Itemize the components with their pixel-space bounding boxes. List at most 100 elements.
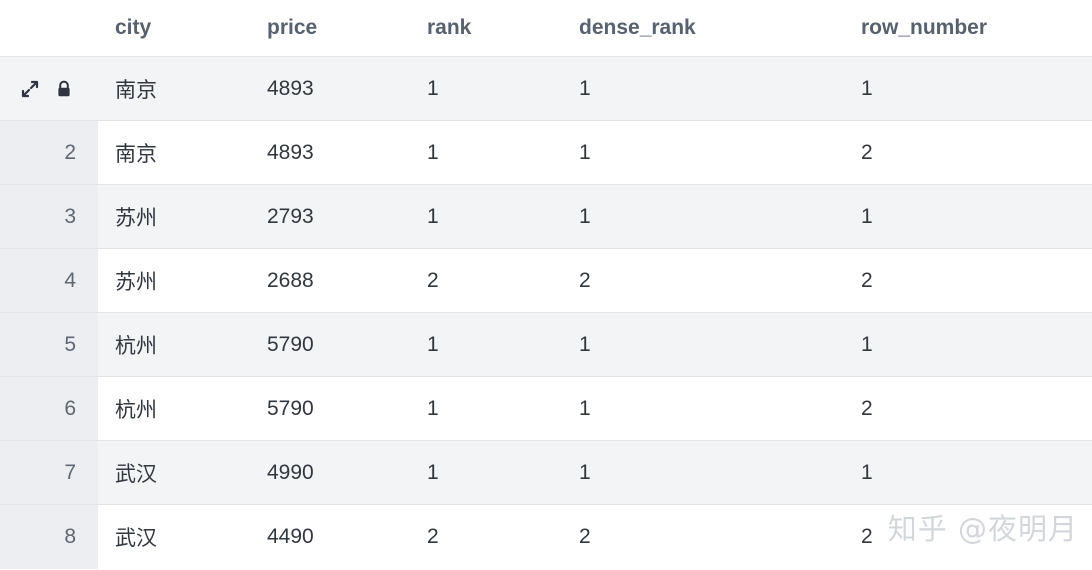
cell-dense-rank[interactable]: 1 xyxy=(562,377,844,441)
cell-rank-value: 2 xyxy=(427,268,439,292)
cell-city[interactable]: 南京 xyxy=(98,56,250,121)
cell-price[interactable]: 4893 xyxy=(250,56,410,121)
row-gutter-cell[interactable]: 5 xyxy=(0,312,98,377)
cell-price[interactable]: 4990 xyxy=(250,440,410,505)
cell-dense-rank[interactable]: 2 xyxy=(562,249,844,313)
cell-dense-rank[interactable]: 1 xyxy=(562,440,844,505)
column-header-gutter xyxy=(0,0,98,57)
cell-price[interactable]: 2688 xyxy=(250,249,410,313)
column-header-city[interactable]: city xyxy=(98,0,250,57)
cell-price-value: 4893 xyxy=(267,140,314,164)
column-header-row-number[interactable]: row_number xyxy=(844,0,1092,57)
cell-row-number-value: 1 xyxy=(861,204,873,228)
table-row[interactable]: 5 杭州 5790 1 1 1 xyxy=(0,312,1092,377)
cell-city[interactable]: 武汉 xyxy=(98,505,250,569)
cell-row-number[interactable]: 1 xyxy=(844,440,1092,505)
cell-rank[interactable]: 1 xyxy=(410,377,562,441)
cell-price-value: 2793 xyxy=(267,204,314,228)
cell-price[interactable]: 4893 xyxy=(250,121,410,185)
cell-city[interactable]: 南京 xyxy=(98,121,250,185)
row-gutter-cell[interactable]: 2 xyxy=(0,120,98,185)
lock-icon[interactable] xyxy=(54,79,74,99)
cell-price[interactable]: 2793 xyxy=(250,184,410,249)
cell-dense-rank[interactable]: 1 xyxy=(562,121,844,185)
row-index: 8 xyxy=(64,524,76,548)
cell-dense-rank[interactable]: 1 xyxy=(562,184,844,249)
cell-rank[interactable]: 2 xyxy=(410,249,562,313)
row-gutter-cell[interactable]: 7 xyxy=(0,440,98,505)
row-gutter-cell[interactable]: 4 xyxy=(0,248,98,313)
cell-rank-value: 1 xyxy=(427,460,439,484)
cell-row-number[interactable]: 2 xyxy=(844,377,1092,441)
cell-row-number[interactable]: 2 xyxy=(844,121,1092,185)
column-header-price[interactable]: price xyxy=(250,0,410,57)
cell-city-value: 南京 xyxy=(115,78,157,102)
cell-city[interactable]: 杭州 xyxy=(98,312,250,377)
cell-city[interactable]: 苏州 xyxy=(98,184,250,249)
cell-row-number[interactable]: 1 xyxy=(844,56,1092,121)
table-row[interactable]: 6 杭州 5790 1 1 2 xyxy=(0,376,1092,441)
cell-row-number[interactable]: 1 xyxy=(844,312,1092,377)
cell-dense-rank-value: 1 xyxy=(579,204,591,228)
cell-price-value: 5790 xyxy=(267,396,314,420)
cell-rank[interactable]: 1 xyxy=(410,56,562,121)
row-gutter-cell[interactable] xyxy=(0,56,98,121)
cell-row-number-value: 1 xyxy=(861,460,873,484)
row-gutter-cell[interactable]: 3 xyxy=(0,184,98,249)
cell-row-number-value: 2 xyxy=(861,396,873,420)
row-index: 3 xyxy=(64,204,76,228)
cell-price[interactable]: 5790 xyxy=(250,312,410,377)
table-row[interactable]: 南京 4893 1 1 1 xyxy=(0,56,1092,121)
row-gutter-cell[interactable]: 8 xyxy=(0,504,98,569)
cell-city-value: 杭州 xyxy=(115,398,157,422)
table-header-row: city price rank dense_rank row_number xyxy=(0,0,1092,57)
cell-rank[interactable]: 1 xyxy=(410,312,562,377)
cell-price[interactable]: 5790 xyxy=(250,377,410,441)
cell-row-number-value: 1 xyxy=(861,332,873,356)
expand-arrows-icon[interactable] xyxy=(20,79,40,99)
cell-dense-rank-value: 2 xyxy=(579,268,591,292)
cell-city-value: 杭州 xyxy=(115,334,157,358)
cell-dense-rank-value: 1 xyxy=(579,332,591,356)
cell-city-value: 武汉 xyxy=(115,462,157,486)
cell-row-number-value: 2 xyxy=(861,140,873,164)
cell-dense-rank-value: 1 xyxy=(579,76,591,100)
cell-row-number[interactable]: 2 xyxy=(844,505,1092,569)
cell-price[interactable]: 4490 xyxy=(250,505,410,569)
cell-dense-rank[interactable]: 1 xyxy=(562,56,844,121)
cell-rank-value: 1 xyxy=(427,204,439,228)
cell-city[interactable]: 苏州 xyxy=(98,249,250,313)
cell-dense-rank[interactable]: 1 xyxy=(562,312,844,377)
cell-city-value: 武汉 xyxy=(115,526,157,550)
cell-city-value: 苏州 xyxy=(115,206,157,230)
cell-row-number[interactable]: 1 xyxy=(844,184,1092,249)
cell-city[interactable]: 武汉 xyxy=(98,440,250,505)
row-index: 5 xyxy=(64,332,76,356)
table-header: city price rank dense_rank row_number xyxy=(0,0,1092,57)
row-actions xyxy=(0,79,98,99)
column-header-dense-rank[interactable]: dense_rank xyxy=(562,0,844,57)
cell-row-number[interactable]: 2 xyxy=(844,249,1092,313)
cell-rank[interactable]: 1 xyxy=(410,184,562,249)
results-table: city price rank dense_rank row_number 南京… xyxy=(0,0,1092,569)
column-header-rank-label: rank xyxy=(427,16,472,39)
cell-price-value: 4990 xyxy=(267,460,314,484)
cell-rank[interactable]: 1 xyxy=(410,121,562,185)
cell-rank[interactable]: 2 xyxy=(410,505,562,569)
table-row[interactable]: 7 武汉 4990 1 1 1 xyxy=(0,440,1092,505)
table-row[interactable]: 2 南京 4893 1 1 2 xyxy=(0,120,1092,185)
cell-price-value: 4893 xyxy=(267,76,314,100)
cell-dense-rank-value: 1 xyxy=(579,460,591,484)
row-gutter-cell[interactable]: 6 xyxy=(0,376,98,441)
cell-row-number-value: 2 xyxy=(861,268,873,292)
table-row[interactable]: 8 武汉 4490 2 2 2 xyxy=(0,504,1092,569)
cell-dense-rank-value: 2 xyxy=(579,524,591,548)
data-grid-screen: city price rank dense_rank row_number 南京… xyxy=(0,0,1092,570)
cell-city[interactable]: 杭州 xyxy=(98,377,250,441)
column-header-rank[interactable]: rank xyxy=(410,0,562,57)
cell-rank[interactable]: 1 xyxy=(410,440,562,505)
table-row[interactable]: 4 苏州 2688 2 2 2 xyxy=(0,248,1092,313)
column-header-row-number-label: row_number xyxy=(861,16,988,39)
cell-dense-rank[interactable]: 2 xyxy=(562,505,844,569)
table-row[interactable]: 3 苏州 2793 1 1 1 xyxy=(0,184,1092,249)
